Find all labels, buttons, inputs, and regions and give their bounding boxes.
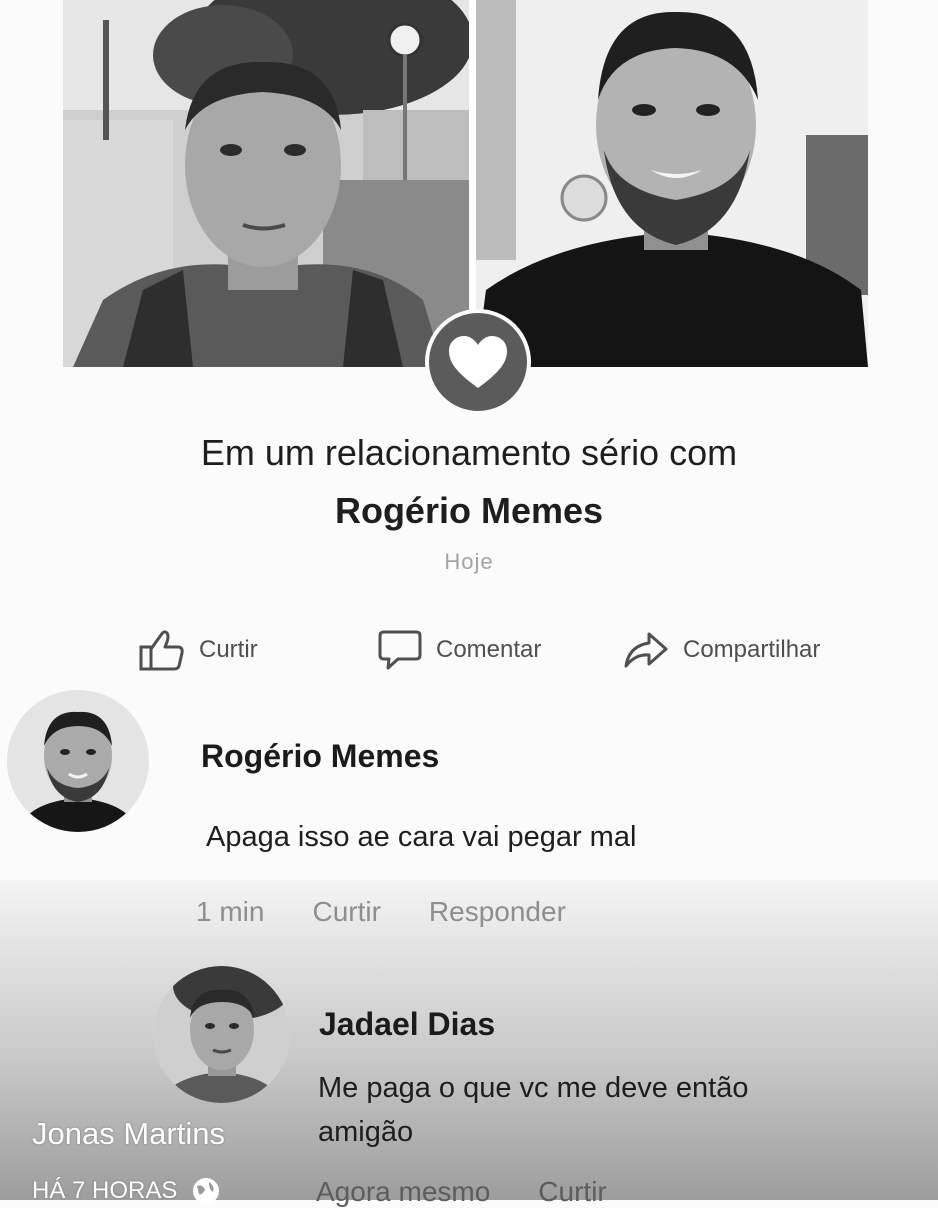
comment-author[interactable]: Rogério Memes bbox=[201, 738, 439, 775]
watermark-author: Jonas Martins bbox=[32, 1116, 225, 1151]
avatar[interactable] bbox=[7, 690, 149, 832]
heart-badge bbox=[425, 309, 531, 415]
watermark-time: HÁ 7 HORAS bbox=[32, 1176, 221, 1206]
globe-icon bbox=[193, 1178, 220, 1204]
share-button[interactable]: Compartilhar bbox=[623, 628, 820, 672]
share-arrow-icon bbox=[624, 632, 668, 668]
comment-button[interactable]: Comentar bbox=[378, 628, 541, 672]
comment-meta: Agora mesmo Curtir bbox=[316, 1176, 607, 1208]
heart-icon bbox=[449, 336, 507, 388]
comment-time: 1 min bbox=[196, 896, 265, 927]
relationship-headline: Em um relacionamento sério com bbox=[200, 432, 738, 473]
left-selfie-photo[interactable] bbox=[63, 0, 469, 367]
avatar[interactable] bbox=[153, 966, 290, 1103]
comment-like-button[interactable]: Curtir bbox=[312, 896, 380, 928]
comment-text: Apaga isso ae cara vai pegar mal bbox=[206, 821, 637, 853]
post-date: Hoje bbox=[444, 549, 494, 574]
speech-bubble-icon bbox=[378, 630, 422, 670]
like-label: Curtir bbox=[199, 636, 258, 663]
thumbs-up-icon bbox=[139, 630, 184, 671]
comment-text-line: amigão bbox=[318, 1116, 414, 1148]
comment-like-button[interactable]: Curtir bbox=[538, 1176, 606, 1208]
like-button[interactable]: Curtir bbox=[139, 628, 258, 672]
comment-meta: 1 min Curtir Responder bbox=[196, 896, 566, 928]
comment-text-line: Me paga o que vc me deve então bbox=[318, 1072, 749, 1104]
comment-time: Agora mesmo bbox=[316, 1176, 491, 1207]
watermark-time-label: HÁ 7 HORAS bbox=[32, 1177, 178, 1204]
right-selfie-photo[interactable] bbox=[476, 0, 868, 367]
comment-author[interactable]: Jadael Dias bbox=[319, 1006, 495, 1043]
share-label: Compartilhar bbox=[683, 636, 821, 663]
comment-reply-button[interactable]: Responder bbox=[429, 896, 566, 928]
comment-label: Comentar bbox=[436, 636, 542, 663]
partner-name[interactable]: Rogério Memes bbox=[0, 490, 938, 532]
comment-text: Me paga o que vc me deve então amigão bbox=[318, 1066, 748, 1154]
